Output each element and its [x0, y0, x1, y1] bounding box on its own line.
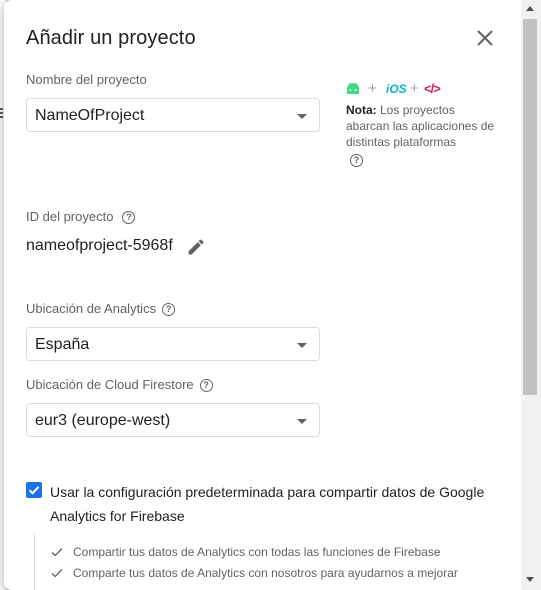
background-mark — [0, 108, 3, 110]
scrollbar-thumb[interactable] — [523, 19, 537, 395]
background-mark — [0, 116, 3, 118]
help-icon[interactable]: ? — [350, 154, 363, 168]
web-code-icon: </> — [424, 81, 441, 96]
background-mark — [0, 112, 3, 114]
plus-separator: + — [410, 80, 419, 97]
note-label: Nota: — [346, 103, 377, 117]
project-id-label-text: ID del proyecto — [26, 209, 114, 224]
help-icon[interactable]: ? — [199, 379, 213, 393]
project-name-field[interactable]: NameOfProject — [26, 98, 320, 132]
analytics-location-select[interactable]: España — [26, 327, 320, 361]
firestore-location-label: Ubicación de Cloud Firestore? — [26, 377, 213, 393]
share-data-label[interactable]: Usar la configuración predeterminada par… — [50, 480, 500, 528]
dialog-title: Añadir un proyecto — [26, 27, 196, 49]
sub-option-text: Compartir tus datos de Analytics con tod… — [73, 545, 441, 559]
check-icon — [51, 548, 63, 557]
pencil-icon[interactable] — [186, 237, 206, 257]
chevron-down-icon — [297, 114, 307, 119]
check-icon — [51, 569, 63, 578]
project-id-value: nameofproject-5968f — [26, 237, 173, 254]
project-name-label: Nombre del proyecto — [26, 72, 147, 87]
sub-option-text: Comparte tus datos de Analytics con noso… — [73, 566, 458, 580]
chevron-down-icon — [297, 419, 307, 424]
platform-note: Nota: Los proyectos abarcan las aplicaci… — [346, 102, 496, 168]
project-name-value: NameOfProject — [35, 107, 145, 124]
analytics-location-label: Ubicación de Analytics? — [26, 301, 176, 317]
close-icon[interactable] — [473, 26, 497, 50]
checkmark-icon — [28, 486, 40, 495]
ios-icon: iOS — [386, 82, 407, 96]
help-icon[interactable]: ? — [162, 303, 176, 317]
project-id-label: ID del proyecto? — [26, 209, 136, 225]
sub-options-divider — [34, 534, 35, 590]
add-project-dialog: Añadir un proyecto Nombre del proyecto N… — [4, 0, 541, 590]
scroll-up-arrow-icon[interactable] — [526, 6, 534, 11]
android-icon — [347, 82, 359, 94]
firestore-location-label-text: Ubicación de Cloud Firestore — [26, 377, 194, 392]
scroll-down-arrow-icon[interactable] — [526, 577, 534, 582]
plus-separator: + — [368, 80, 377, 97]
chevron-down-icon — [297, 343, 307, 348]
analytics-location-value: España — [35, 336, 90, 353]
firestore-location-select[interactable]: eur3 (europe-west) — [26, 403, 320, 437]
share-data-checkbox[interactable] — [26, 482, 42, 498]
scrollbar[interactable] — [521, 0, 541, 590]
firestore-location-value: eur3 (europe-west) — [35, 412, 171, 429]
analytics-location-label-text: Ubicación de Analytics — [26, 301, 157, 316]
help-icon[interactable]: ? — [122, 211, 136, 225]
